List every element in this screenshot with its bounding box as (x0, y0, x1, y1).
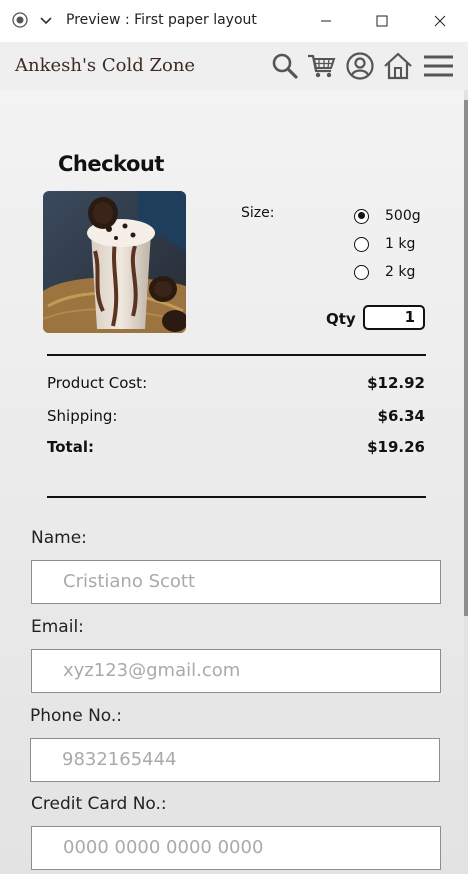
credit-card-field[interactable]: 0000 0000 0000 0000 (31, 826, 441, 870)
page-title: Checkout (58, 152, 164, 176)
product-cost-label: Product Cost: (47, 374, 148, 392)
window-titlebar: Preview : First paper layout (0, 0, 468, 42)
window-title: Preview : First paper layout (66, 12, 257, 28)
radio-button[interactable] (354, 236, 369, 252)
total-value: $19.26 (367, 438, 425, 456)
maximize-button[interactable] (354, 0, 410, 42)
chevron-down-icon[interactable] (39, 13, 53, 27)
shipping-label: Shipping: (47, 407, 118, 425)
size-option-1kg[interactable]: 1 kg (354, 234, 415, 254)
menu-icon[interactable] (423, 51, 453, 81)
shipping-value: $6.34 (377, 407, 425, 425)
qty-input[interactable]: 1 (363, 305, 425, 330)
phone-field[interactable]: 9832165444 (30, 738, 440, 782)
credit-card-label: Credit Card No.: (31, 794, 167, 814)
email-field[interactable]: xyz123@gmail.com (31, 649, 441, 693)
scrollbar-thumb[interactable] (464, 100, 468, 616)
email-label: Email: (31, 617, 84, 637)
brand-logo[interactable]: Ankesh's Cold Zone (15, 55, 195, 76)
close-button[interactable] (412, 0, 468, 42)
name-label: Name: (31, 528, 87, 548)
size-option-2kg[interactable]: 2 kg (354, 262, 415, 282)
close-icon (434, 15, 446, 27)
maximize-icon (376, 15, 388, 27)
user-icon[interactable] (345, 51, 375, 81)
size-option-label: 500g (385, 208, 421, 224)
radio-button[interactable] (354, 264, 369, 280)
divider-bottom (47, 496, 426, 498)
size-option-500g[interactable]: 500g (354, 206, 421, 226)
phone-label: Phone No.: (30, 706, 123, 726)
cart-icon[interactable] (306, 51, 336, 81)
total-label: Total: (47, 438, 94, 456)
minimize-button[interactable] (298, 0, 354, 42)
home-icon[interactable] (383, 51, 413, 81)
size-label: Size: (241, 205, 275, 221)
radio-button[interactable] (354, 208, 369, 224)
record-icon (12, 12, 28, 28)
divider-top (47, 354, 426, 356)
product-cost-value: $12.92 (367, 374, 425, 392)
name-field[interactable]: Cristiano Scott (31, 560, 441, 604)
app-header: Ankesh's Cold Zone (0, 42, 468, 90)
size-option-label: 2 kg (385, 264, 416, 280)
size-option-label: 1 kg (385, 236, 416, 252)
product-image (43, 191, 186, 333)
search-icon[interactable] (270, 51, 300, 81)
qty-label: Qty (326, 310, 356, 328)
minimize-icon (321, 20, 331, 22)
